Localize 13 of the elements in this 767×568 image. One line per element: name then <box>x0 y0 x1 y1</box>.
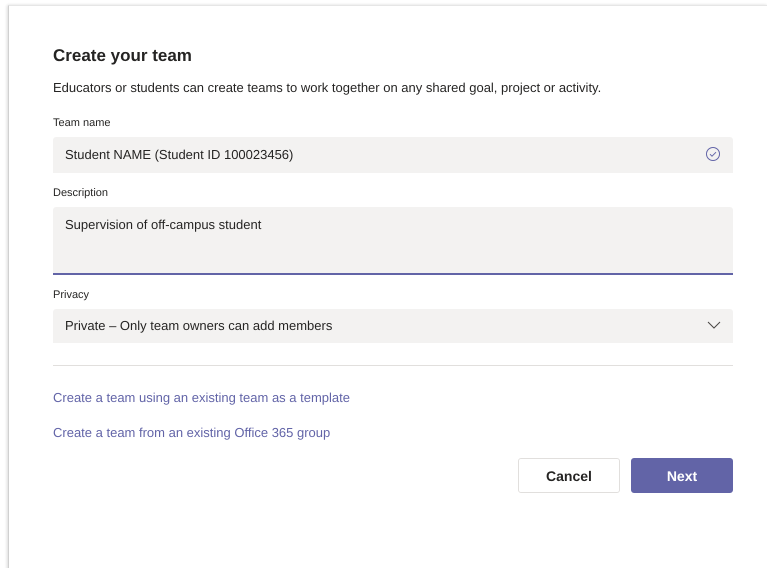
cancel-button[interactable]: Cancel <box>518 458 620 493</box>
template-link[interactable]: Create a team from an existing Office 365 group <box>53 425 330 440</box>
field-label: Description <box>53 187 110 199</box>
dialog-subtitle: Educators or students can create teams to work together on any shared goal, project or activity. <box>53 80 602 95</box>
template-link[interactable]: Create a team using an existing team as a template <box>53 390 350 405</box>
privacy-dropdown[interactable]: Private – Only team owners can add members <box>53 309 733 343</box>
next-button[interactable]: Next <box>631 458 733 493</box>
input-field[interactable]: Student NAME (Student ID 100023456) <box>53 137 733 173</box>
dialog-title: Create your team <box>53 46 193 66</box>
field-label: Privacy <box>53 289 90 301</box>
field-label: Team name <box>53 117 112 129</box>
chevron-down-icon <box>707 321 721 329</box>
description-field[interactable]: Supervision of off-campus student <box>53 207 733 275</box>
